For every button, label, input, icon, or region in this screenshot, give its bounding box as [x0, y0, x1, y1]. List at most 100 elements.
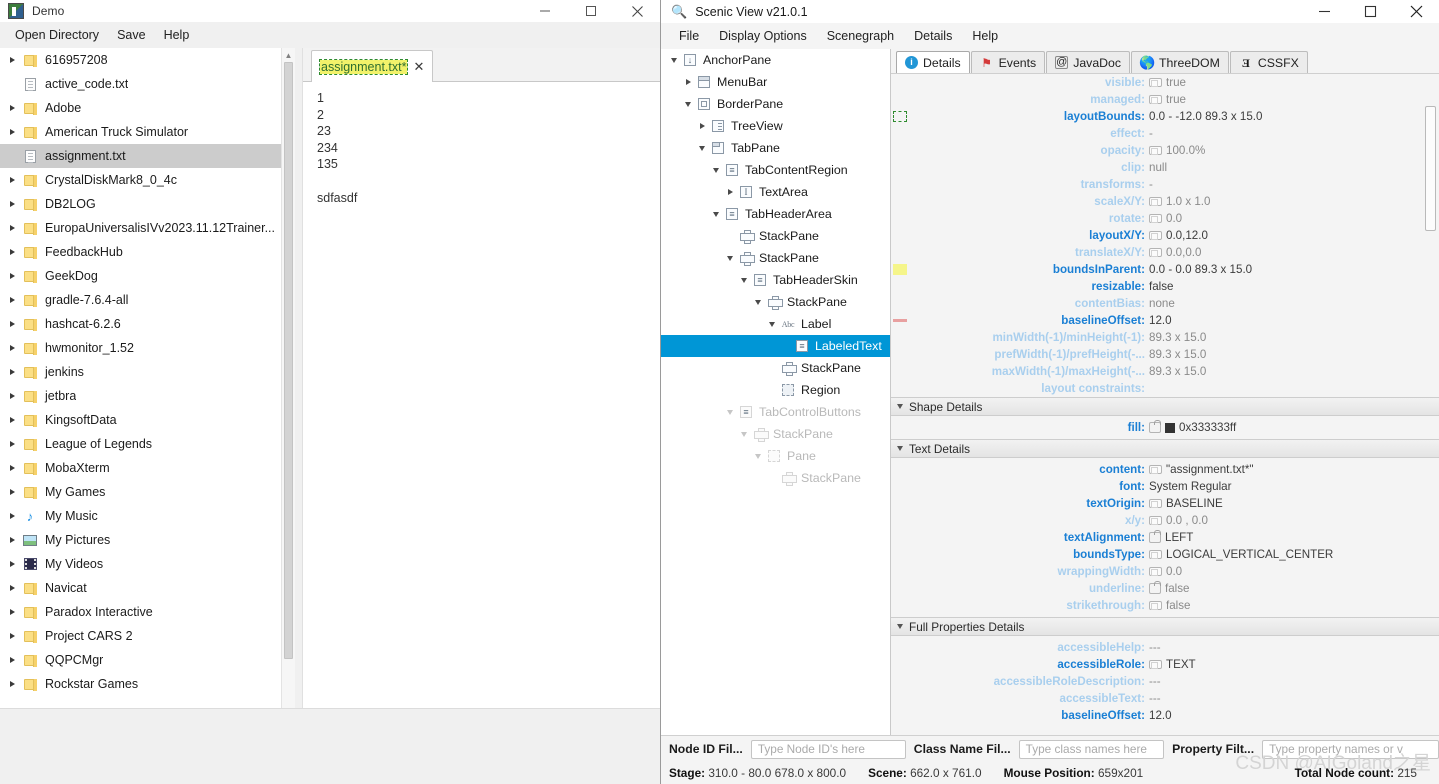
- editor-tab[interactable]: assignment.txt* ✕: [311, 50, 434, 82]
- class-name-filter-input[interactable]: Type class names here: [1018, 739, 1165, 759]
- expand-toggle-icon[interactable]: [751, 299, 765, 305]
- expand-arrow-icon[interactable]: [4, 201, 20, 207]
- expand-arrow-icon[interactable]: [4, 273, 20, 279]
- file-tree-row[interactable]: League of Legends: [0, 432, 281, 456]
- scenegraph-node[interactable]: TreeView: [661, 115, 890, 137]
- scenegraph-node[interactable]: TextArea: [661, 181, 890, 203]
- menu-help[interactable]: Help: [962, 25, 1008, 47]
- property-row[interactable]: resizable: false: [891, 278, 1439, 295]
- file-tree-row[interactable]: GeekDog: [0, 264, 281, 288]
- expand-toggle-icon[interactable]: [681, 79, 695, 85]
- scenegraph-node[interactable]: StackPane: [661, 467, 890, 489]
- file-tree-row[interactable]: hwmonitor_1.52: [0, 336, 281, 360]
- expand-arrow-icon[interactable]: [4, 657, 20, 663]
- expand-arrow-icon[interactable]: [4, 537, 20, 543]
- property-row[interactable]: content: "assignment.txt*": [891, 461, 1439, 478]
- file-tree-row[interactable]: Project CARS 2: [0, 624, 281, 648]
- property-row[interactable]: transforms: -: [891, 176, 1439, 193]
- expand-arrow-icon[interactable]: [4, 297, 20, 303]
- property-filter-input[interactable]: Type property names or v: [1262, 739, 1439, 759]
- scenegraph-node[interactable]: AnchorPane: [661, 49, 890, 71]
- expand-arrow-icon[interactable]: [4, 369, 20, 375]
- property-row[interactable]: clip: null: [891, 159, 1439, 176]
- property-row[interactable]: baselineOffset: 12.0: [891, 707, 1439, 724]
- property-row[interactable]: layout constraints:: [891, 380, 1439, 397]
- property-row[interactable]: accessibleRoleDescription: ---: [891, 673, 1439, 690]
- expand-toggle-icon[interactable]: [695, 123, 709, 129]
- scenegraph-node[interactable]: TabHeaderSkin: [661, 269, 890, 291]
- expand-toggle-icon[interactable]: [709, 167, 723, 173]
- expand-arrow-icon[interactable]: [4, 681, 20, 687]
- property-row[interactable]: accessibleRole: TEXT: [891, 656, 1439, 673]
- property-row[interactable]: translateX/Y: 0.0,0.0: [891, 244, 1439, 261]
- expand-arrow-icon[interactable]: [4, 465, 20, 471]
- file-tree-row[interactable]: EuropaUniversalisIVv2023.11.12Trainer...: [0, 216, 281, 240]
- expand-toggle-icon[interactable]: [723, 189, 737, 195]
- tab-cssfx[interactable]: Ǝ CSSFX: [1229, 51, 1308, 73]
- file-tree-row[interactable]: My Pictures: [0, 528, 281, 552]
- file-tree[interactable]: 616957208 active_code.txt Adobe American Tr…: [0, 48, 281, 784]
- file-tree-row[interactable]: MobaXterm: [0, 456, 281, 480]
- file-tree-row[interactable]: Rockstar Games: [0, 672, 281, 696]
- expand-toggle-icon[interactable]: [723, 255, 737, 261]
- minimize-button[interactable]: [1301, 0, 1347, 22]
- expand-arrow-icon[interactable]: [4, 345, 20, 351]
- menu-details[interactable]: Details: [904, 25, 962, 47]
- property-row[interactable]: boundsInParent: 0.0 - 0.0 89.3 x 15.0: [891, 261, 1439, 278]
- expand-arrow-icon[interactable]: [4, 441, 20, 447]
- expand-arrow-icon[interactable]: [4, 57, 20, 63]
- expand-arrow-icon[interactable]: [4, 609, 20, 615]
- menu-open-directory[interactable]: Open Directory: [6, 24, 108, 46]
- shape-details-header[interactable]: Shape Details: [891, 397, 1439, 416]
- expand-arrow-icon[interactable]: [4, 129, 20, 135]
- property-row[interactable]: fill: 0x333333ff: [891, 419, 1439, 436]
- menu-display-options[interactable]: Display Options: [709, 25, 817, 47]
- scenegraph-node[interactable]: Abc Label: [661, 313, 890, 335]
- expand-arrow-icon[interactable]: [4, 105, 20, 111]
- expand-arrow-icon[interactable]: [4, 225, 20, 231]
- expand-toggle-icon[interactable]: [765, 321, 779, 327]
- menu-help[interactable]: Help: [155, 24, 199, 46]
- properties-list[interactable]: visible: true managed: true layoutBounds: 0.0…: [891, 73, 1439, 735]
- expand-arrow-icon[interactable]: [4, 321, 20, 327]
- file-tree-row[interactable]: DB2LOG: [0, 192, 281, 216]
- scenegraph-node[interactable]: Pane: [661, 445, 890, 467]
- property-row[interactable]: textAlignment: LEFT: [891, 529, 1439, 546]
- expand-arrow-icon[interactable]: [4, 489, 20, 495]
- scenegraph-node[interactable]: TabHeaderArea: [661, 203, 890, 225]
- property-row[interactable]: font: System Regular: [891, 478, 1439, 495]
- property-row[interactable]: prefWidth(-1)/prefHeight(-... 89.3 x 15.0: [891, 346, 1439, 363]
- scrollbar-thumb[interactable]: [1425, 106, 1436, 231]
- property-row[interactable]: minWidth(-1)/minHeight(-1): 89.3 x 15.0: [891, 329, 1439, 346]
- tab-details[interactable]: i Details: [896, 51, 970, 73]
- scenegraph-node[interactable]: StackPane: [661, 357, 890, 379]
- tab-threedom[interactable]: 🌎 ThreeDOM: [1131, 51, 1229, 73]
- property-row[interactable]: boundsType: LOGICAL_VERTICAL_CENTER: [891, 546, 1439, 563]
- details-tab-strip[interactable]: i Details ⚑ Events @ JavaDoc 🌎 ThreeDOM Ǝ CSSFX: [891, 49, 1439, 73]
- property-row[interactable]: maxWidth(-1)/maxHeight(-... 89.3 x 15.0: [891, 363, 1439, 380]
- scenegraph-node[interactable]: StackPane: [661, 225, 890, 247]
- expand-arrow-icon[interactable]: [4, 177, 20, 183]
- property-row[interactable]: managed: true: [891, 91, 1439, 108]
- file-tree-row[interactable]: 616957208: [0, 48, 281, 72]
- property-row[interactable]: rotate: 0.0: [891, 210, 1439, 227]
- details-scrollbar[interactable]: [1425, 81, 1436, 729]
- property-row[interactable]: layoutBounds: 0.0 - -12.0 89.3 x 15.0: [891, 108, 1439, 125]
- maximize-button[interactable]: [1347, 0, 1393, 22]
- node-id-filter-input[interactable]: Type Node ID's here: [750, 739, 906, 759]
- expand-arrow-icon[interactable]: [4, 249, 20, 255]
- file-tree-scrollbar[interactable]: ▲ ▼: [281, 48, 295, 784]
- scenegraph-node[interactable]: TabContentRegion: [661, 159, 890, 181]
- file-tree-row[interactable]: My Videos: [0, 552, 281, 576]
- file-tree-row[interactable]: My Games: [0, 480, 281, 504]
- expand-toggle-icon[interactable]: [681, 101, 695, 107]
- scenegraph-node[interactable]: StackPane: [661, 423, 890, 445]
- full-properties-header[interactable]: Full Properties Details: [891, 617, 1439, 636]
- scenegraph-node[interactable]: BorderPane: [661, 93, 890, 115]
- minimize-button[interactable]: [522, 0, 568, 22]
- file-tree-row[interactable]: Navicat: [0, 576, 281, 600]
- scrollbar-thumb[interactable]: [284, 62, 293, 659]
- property-row[interactable]: contentBias: none: [891, 295, 1439, 312]
- property-row[interactable]: underline: false: [891, 580, 1439, 597]
- file-tree-row[interactable]: CrystalDiskMark8_0_4c: [0, 168, 281, 192]
